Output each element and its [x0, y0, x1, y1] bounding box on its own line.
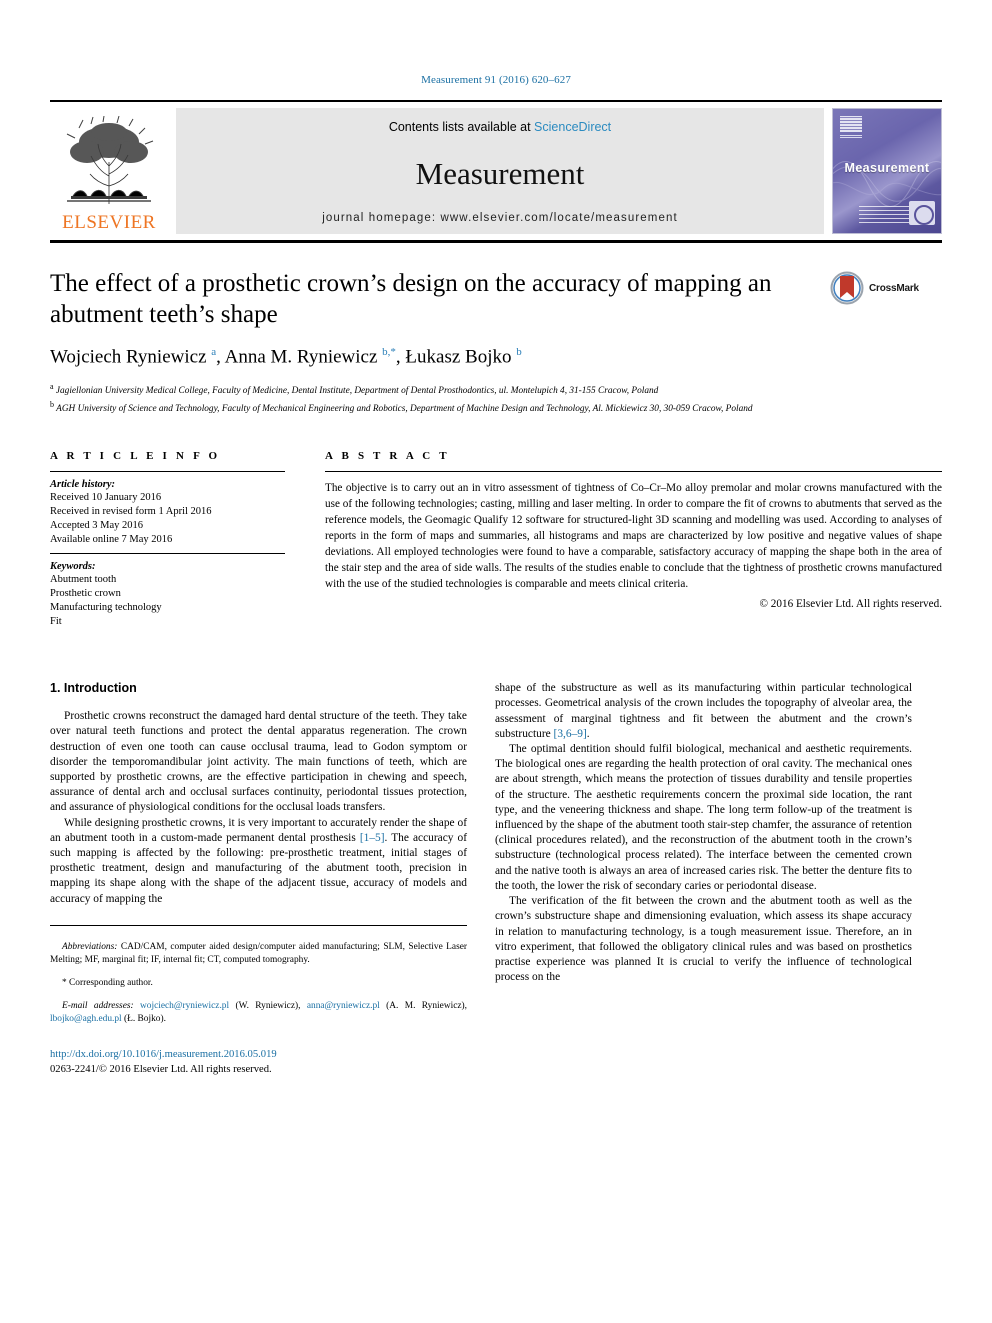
- journal-article-page: Measurement 91 (2016) 620–627 ELSEVIER C…: [0, 0, 992, 1323]
- keyword-item: Abutment tooth: [50, 574, 117, 586]
- doi-link[interactable]: http://dx.doi.org/10.1016/j.measurement.…: [50, 1048, 467, 1063]
- body-column-left: 1. Introduction Prosthetic crowns recons…: [50, 681, 467, 1077]
- masthead-bottom-rule: [50, 240, 942, 243]
- affiliation-b: b AGH University of Science and Technolo…: [50, 399, 753, 414]
- cover-footer-lines: [859, 205, 913, 223]
- body-column-right: shape of the substructure as well as its…: [495, 681, 912, 1077]
- affiliation-a: a Jagiellonian University Medical Colleg…: [50, 382, 659, 397]
- keywords-label: Keywords:: [50, 561, 96, 573]
- keywords-rule: [50, 553, 285, 555]
- contents-available-line: Contents lists available at ScienceDirec…: [389, 120, 611, 134]
- footnote-corresponding-author: * Corresponding author.: [62, 978, 153, 989]
- cover-badge-subtext: [840, 134, 862, 138]
- email-link[interactable]: anna@ryniewicz.pl: [307, 1001, 380, 1011]
- history-revised: Received in revised form 1 April 2016: [50, 506, 212, 518]
- journal-masthead: ELSEVIER Contents lists available at Sci…: [50, 100, 942, 234]
- title-block: The effect of a prosthetic crown’s desig…: [50, 269, 942, 416]
- abbreviations-label: Abbreviations:: [62, 942, 118, 953]
- article-info-rule: [50, 471, 285, 473]
- abstract-rule: [325, 471, 942, 473]
- email-link[interactable]: wojciech@ryniewicz.pl: [140, 1001, 229, 1011]
- cover-journal-title: Measurement: [844, 161, 930, 175]
- keyword-item: Fit: [50, 616, 62, 628]
- citation-link[interactable]: [3,6–9]: [554, 728, 587, 740]
- author-list: Wojciech Ryniewicz a, Anna M. Ryniewicz …: [50, 346, 522, 368]
- journal-homepage-link[interactable]: journal homepage: www.elsevier.com/locat…: [322, 212, 678, 224]
- crossmark-label: CrossMark: [869, 282, 919, 294]
- article-info-heading: A R T I C L E I N F O: [50, 450, 221, 463]
- crossmark-icon: [830, 271, 864, 305]
- section-heading-introduction: 1. Introduction: [50, 681, 137, 696]
- article-history-label: Article history:: [50, 479, 116, 491]
- intro-paragraph-4: The optimal dentition should fulfil biol…: [495, 742, 912, 892]
- email-link[interactable]: lbojko@agh.edu.pl: [50, 1014, 122, 1024]
- doi-block: http://dx.doi.org/10.1016/j.measurement.…: [50, 1048, 467, 1078]
- affiliation-list: a Jagiellonian University Medical Colleg…: [50, 381, 940, 416]
- intro-paragraph-3: shape of the substructure as well as its…: [495, 682, 912, 740]
- cover-publisher-mark-icon: [909, 201, 935, 225]
- keyword-item: Manufacturing technology: [50, 602, 162, 614]
- footnote-emails: E-mail addresses: wojciech@ryniewicz.pl …: [50, 1000, 467, 1024]
- history-received: Received 10 January 2016: [50, 492, 162, 504]
- abstract-text: The objective is to carry out an in vitr…: [325, 482, 942, 590]
- journal-title: Measurement: [415, 155, 585, 191]
- running-head: Measurement 91 (2016) 620–627: [421, 74, 571, 86]
- citation-link[interactable]: [1–5]: [360, 832, 385, 844]
- intro-paragraph-1: Prosthetic crowns reconstruct the damage…: [50, 710, 467, 814]
- elsevier-tree-icon: [66, 116, 154, 204]
- page-title: The effect of a prosthetic crown’s desig…: [50, 270, 772, 328]
- cover-badge-icon: [840, 116, 862, 132]
- abstract-heading: A B S T R A C T: [325, 450, 450, 463]
- body-columns: 1. Introduction Prosthetic crowns recons…: [50, 681, 942, 1077]
- crossmark-badge[interactable]: CrossMark: [830, 271, 942, 305]
- masthead-center: Contents lists available at ScienceDirec…: [176, 108, 824, 234]
- keyword-item: Prosthetic crown: [50, 588, 121, 600]
- history-available-online: Available online 7 May 2016: [50, 534, 173, 546]
- intro-paragraph-2: While designing prosthetic crowns, it is…: [50, 816, 467, 905]
- article-info-column: A R T I C L E I N F O Article history: R…: [50, 450, 285, 629]
- affiliation-b-text: AGH University of Science and Technology…: [56, 403, 753, 414]
- contents-prefix: Contents lists available at: [388, 120, 535, 134]
- issn-copyright-line: 0263-2241/© 2016 Elsevier Ltd. All right…: [50, 1063, 272, 1075]
- intro-paragraph-5: The verification of the fit between the …: [495, 895, 912, 984]
- abstract-column: A B S T R A C T The objective is to carr…: [325, 450, 942, 629]
- abstract-copyright: © 2016 Elsevier Ltd. All rights reserved…: [759, 597, 943, 610]
- footnote-abbreviations: Abbreviations: CAD/CAM, computer aided d…: [50, 941, 467, 967]
- elsevier-logo: ELSEVIER: [50, 108, 168, 234]
- elsevier-wordmark: ELSEVIER: [62, 212, 156, 233]
- journal-cover-image: Measurement: [832, 108, 942, 234]
- affiliation-a-text: Jagiellonian University Medical College,…: [55, 386, 659, 397]
- info-abstract-section: A R T I C L E I N F O Article history: R…: [50, 450, 942, 629]
- history-accepted: Accepted 3 May 2016: [50, 520, 144, 532]
- sciencedirect-link[interactable]: ScienceDirect: [534, 120, 611, 134]
- footnotes-block: Abbreviations: CAD/CAM, computer aided d…: [50, 924, 467, 1078]
- email-addresses-label: E-mail addresses:: [62, 1000, 141, 1011]
